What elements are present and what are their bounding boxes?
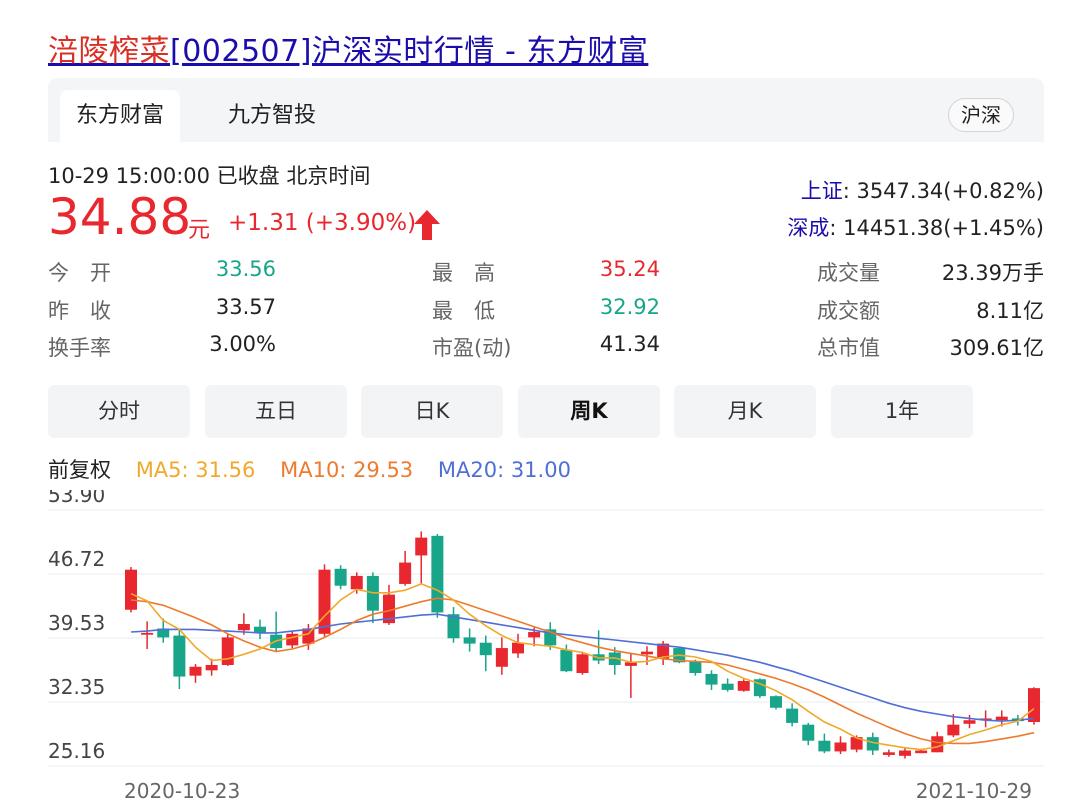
candle-body — [721, 683, 734, 690]
stat-value-market-cap: 309.61亿 — [949, 336, 1044, 360]
tab-eastmoney[interactable]: 东方财富 — [60, 90, 181, 142]
x-tick-label-start: 2020-10-23 — [124, 779, 240, 803]
stat-value-turnover-rate: 3.00% — [209, 332, 276, 356]
candle-body — [318, 569, 331, 634]
stat-label-low: 最 低 — [432, 299, 495, 323]
stat-label-volume: 成交量 — [817, 261, 880, 285]
candle-body — [302, 628, 315, 644]
candle-body — [818, 740, 831, 752]
candle-body — [286, 633, 299, 646]
candle-body — [931, 736, 944, 753]
stat-value-high: 35.24 — [599, 257, 660, 281]
candle-body — [947, 724, 960, 736]
stat-value-prev-close: 33.57 — [215, 295, 276, 319]
period-tab-one-year[interactable]: 1年 — [831, 385, 973, 438]
tab-jiufang[interactable]: 九方智投 — [212, 90, 332, 142]
candle-body — [205, 664, 218, 671]
stat-label-prev-close: 昨 收 — [48, 299, 111, 323]
index-shanghai-value: : 3547.34(+0.82%) — [842, 179, 1044, 203]
current-price: 34.88 — [48, 188, 192, 246]
ma-legend: 前复权 MA5: 31.56 MA10: 29.53 MA20: 31.00 — [48, 454, 589, 484]
candle-body — [512, 642, 524, 654]
stock-name: 涪陵榨菜 — [48, 34, 170, 69]
candle-body — [560, 649, 573, 672]
page-title-link[interactable]: 涪陵榨菜[002507]沪深实时行情 - 东方财富 — [48, 26, 648, 70]
up-arrow-icon — [414, 210, 440, 240]
y-tick-label: 53.90 — [48, 490, 105, 507]
index-shenzhen-value: : 14451.38(+1.45%) — [829, 216, 1044, 240]
candle-body — [125, 569, 137, 610]
stat-label-pe: 市盈(动) — [432, 336, 512, 360]
market-badge[interactable]: 沪深 — [948, 98, 1014, 132]
candle-body — [399, 562, 412, 584]
stat-value-turnover: 8.11亿 — [976, 299, 1044, 323]
index-shanghai[interactable]: 上证: 3547.34(+0.82%) — [801, 175, 1044, 205]
candle-body — [899, 750, 911, 756]
candle-body — [189, 666, 202, 676]
stat-value-pe: 41.34 — [599, 332, 660, 356]
candle-body — [882, 752, 895, 755]
stat-label-turnover-rate: 换手率 — [48, 336, 111, 360]
index-shenzhen-name: 深成 — [787, 216, 830, 240]
price-unit: 元 — [188, 218, 211, 243]
adjust-label: 前复权 — [48, 458, 111, 482]
quote-timestamp: 10-29 15:00:00 已收盘 北京时间 — [48, 164, 371, 188]
candle-body — [802, 724, 815, 741]
candle-body — [576, 654, 589, 674]
candle-body — [641, 651, 653, 655]
candle-body — [221, 637, 234, 665]
candle-body — [237, 624, 250, 631]
index-shanghai-name: 上证 — [800, 179, 843, 203]
y-tick-label: 46.72 — [48, 547, 105, 571]
title-rest: [002507]沪深实时行情 - 东方财富 — [170, 34, 649, 69]
candle-body — [479, 642, 492, 656]
y-tick-label: 32.35 — [48, 675, 105, 699]
candle-body — [334, 568, 347, 586]
candle-body — [1028, 688, 1040, 722]
stat-label-market-cap: 总市值 — [817, 336, 880, 360]
candle-body — [995, 716, 1008, 721]
candle-body — [141, 632, 154, 635]
candle-body — [431, 535, 444, 613]
candle-body — [786, 708, 799, 723]
x-tick-label-end: 2021-10-29 — [916, 779, 1032, 803]
candle-body — [173, 635, 186, 677]
price-change: +1.31 (+3.90%) — [228, 210, 417, 236]
period-tab-intraday[interactable]: 分时 — [48, 385, 190, 438]
candle-body — [915, 750, 928, 754]
y-tick-label: 39.53 — [48, 611, 105, 635]
y-tick-label: 25.16 — [48, 739, 105, 763]
candle-body — [834, 742, 847, 752]
weekly-k-chart: 53.90 46.72 39.53 32.35 25.16 2020-10-23 2021-… — [48, 490, 1044, 803]
candle-body — [350, 575, 363, 590]
stat-value-open: 33.56 — [215, 257, 276, 281]
candle-body — [963, 720, 976, 724]
candle-body — [770, 696, 782, 708]
stat-label-high: 最 高 — [432, 261, 495, 285]
period-tab-daily-k[interactable]: 日K — [361, 385, 503, 438]
stat-value-low: 32.92 — [599, 295, 660, 319]
candle-body — [528, 632, 541, 638]
candle-body — [463, 637, 476, 644]
period-tab-weekly-k[interactable]: 周K — [518, 385, 660, 438]
stat-value-volume: 23.39万手 — [941, 261, 1044, 285]
source-tab-bar: 东方财富 九方智投 沪深 — [48, 78, 1044, 142]
candle-body — [689, 661, 702, 674]
stat-label-open: 今 开 — [48, 261, 111, 285]
legend-ma10: MA10: 29.53 — [280, 458, 414, 482]
legend-ma5: MA5: 31.56 — [135, 458, 256, 482]
legend-ma20: MA20: 31.00 — [437, 458, 571, 482]
period-tab-five-day[interactable]: 五日 — [205, 385, 347, 438]
candle-body — [705, 673, 718, 685]
index-shenzhen[interactable]: 深成: 14451.38(+1.45%) — [787, 212, 1044, 242]
stat-label-turnover: 成交额 — [817, 299, 880, 323]
period-tab-monthly-k[interactable]: 月K — [674, 385, 816, 438]
candle-body — [737, 681, 750, 691]
candle-body — [415, 537, 428, 556]
candle-body — [495, 648, 508, 667]
